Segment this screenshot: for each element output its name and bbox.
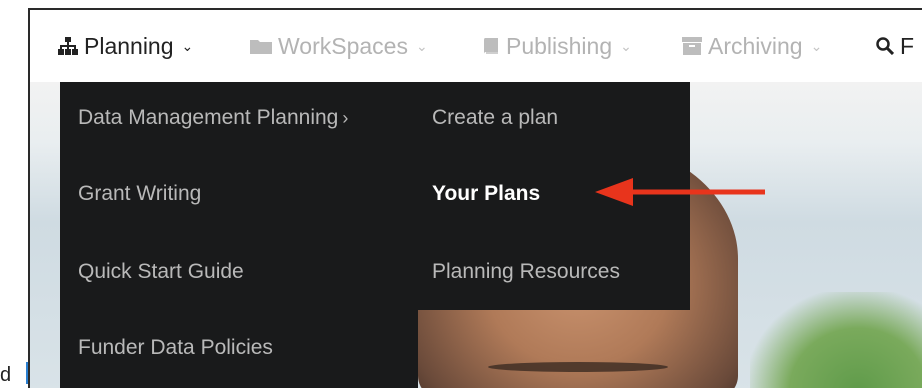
menu-item-data-management-planning[interactable]: Data Management Planning › bbox=[78, 106, 348, 130]
chevron-down-icon: ⌄ bbox=[181, 37, 194, 54]
chevron-down-icon: ⌄ bbox=[620, 37, 632, 54]
nav-planning[interactable]: Planning ⌄ bbox=[58, 10, 193, 82]
nav-search-label: F bbox=[900, 32, 915, 59]
browser-viewport: Planning ⌄ WorkSpaces ⌄ Publishing ⌄ Arc… bbox=[28, 8, 922, 388]
submenu-item-your-plans[interactable]: Your Plans bbox=[432, 182, 540, 206]
sitemap-icon bbox=[58, 37, 78, 55]
menu-item-funder-data-policies[interactable]: Funder Data Policies bbox=[78, 336, 273, 360]
menu-item-label: Your Plans bbox=[432, 182, 541, 205]
chevron-down-icon: ⌄ bbox=[415, 37, 428, 54]
submenu-item-create-a-plan[interactable]: Create a plan bbox=[432, 106, 558, 130]
top-navbar: Planning ⌄ WorkSpaces ⌄ Publishing ⌄ Arc… bbox=[30, 10, 922, 82]
nav-publishing-label: Publishing bbox=[506, 32, 613, 59]
menu-item-grant-writing[interactable]: Grant Writing bbox=[78, 182, 201, 206]
chevron-down-icon: ⌄ bbox=[810, 37, 823, 54]
archive-icon bbox=[682, 37, 702, 55]
nav-archiving-label: Archiving bbox=[708, 32, 803, 59]
nav-search[interactable]: F bbox=[876, 10, 914, 82]
hero-person-brow bbox=[488, 362, 668, 372]
book-icon bbox=[482, 37, 500, 55]
menu-item-label: Planning Resources bbox=[432, 260, 620, 283]
nav-workspaces[interactable]: WorkSpaces ⌄ bbox=[250, 10, 428, 82]
nav-archiving[interactable]: Archiving ⌄ bbox=[682, 10, 822, 82]
menu-item-label: Data Management Planning bbox=[78, 106, 339, 129]
nav-planning-label: Planning bbox=[84, 32, 174, 59]
menu-item-label: Create a plan bbox=[432, 106, 559, 129]
menu-item-label: Funder Data Policies bbox=[78, 336, 273, 359]
menu-item-label: Grant Writing bbox=[78, 182, 202, 205]
nav-publishing[interactable]: Publishing ⌄ bbox=[482, 10, 632, 82]
menu-item-quick-start-guide[interactable]: Quick Start Guide bbox=[78, 260, 244, 284]
nav-workspaces-label: WorkSpaces bbox=[278, 32, 408, 59]
search-icon bbox=[876, 37, 894, 55]
menu-item-label: Quick Start Guide bbox=[78, 260, 244, 283]
red-annotation-arrow-icon bbox=[595, 178, 765, 206]
submenu-item-planning-resources[interactable]: Planning Resources bbox=[432, 260, 620, 284]
chevron-right-icon: › bbox=[342, 108, 349, 128]
folder-icon bbox=[250, 38, 272, 54]
hero-trees bbox=[750, 292, 922, 388]
planning-dropdown-menu-continued: Funder Data Policies bbox=[60, 310, 418, 388]
